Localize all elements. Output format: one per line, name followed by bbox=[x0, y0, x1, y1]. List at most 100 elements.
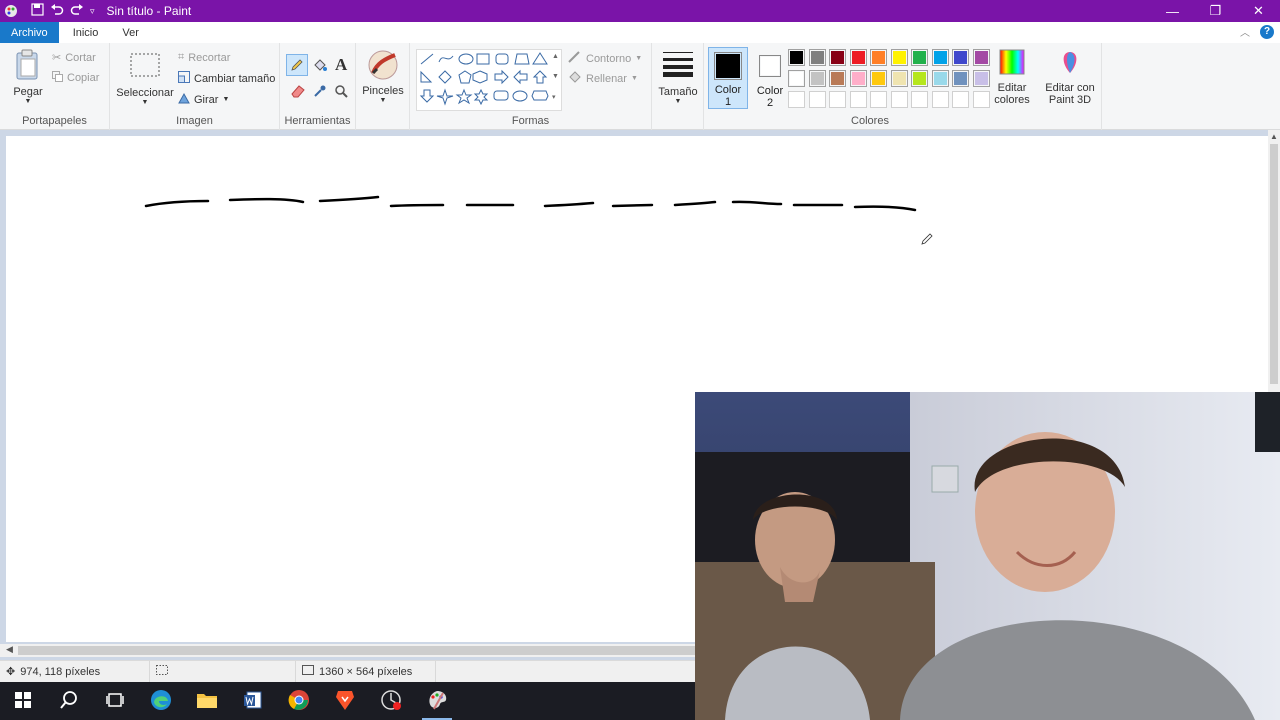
task-view-icon bbox=[106, 692, 124, 711]
shapes-scroll-down-icon[interactable]: ▼ bbox=[552, 73, 559, 80]
paste-button[interactable]: Pegar ▼ bbox=[12, 49, 44, 105]
search-icon bbox=[59, 690, 79, 713]
palette-swatch[interactable] bbox=[788, 49, 805, 66]
rotate-button[interactable]: Girar ▼ bbox=[178, 92, 229, 107]
restore-button[interactable]: ❐ bbox=[1194, 0, 1237, 22]
fill-bucket-icon[interactable] bbox=[312, 57, 328, 76]
taskbar-word[interactable] bbox=[230, 682, 276, 720]
palette-swatch-empty[interactable] bbox=[931, 91, 949, 108]
copy-button[interactable]: Copiar bbox=[52, 71, 99, 85]
palette-swatch-empty[interactable] bbox=[890, 91, 908, 108]
palette-swatch[interactable] bbox=[808, 70, 826, 87]
colors-group: Color 1 Color 2 Editar colores Editar co… bbox=[704, 43, 1102, 130]
palette-swatch[interactable] bbox=[931, 70, 949, 87]
palette-swatch[interactable] bbox=[788, 70, 805, 87]
taskbar-brave[interactable] bbox=[322, 682, 368, 720]
palette-swatch[interactable] bbox=[808, 49, 826, 66]
shapes-expand-icon[interactable]: ▾ bbox=[552, 93, 556, 101]
tab-file[interactable]: Archivo bbox=[0, 22, 59, 43]
tab-home[interactable]: Inicio bbox=[61, 22, 111, 43]
taskbar-file-explorer[interactable] bbox=[184, 682, 230, 720]
shapes-scroll-up-icon[interactable]: ▲ bbox=[552, 53, 559, 60]
palette-swatch[interactable] bbox=[890, 49, 908, 66]
palette-swatch[interactable] bbox=[952, 49, 969, 66]
crop-label: Recortar bbox=[188, 51, 231, 64]
edit-paint3d-button[interactable]: Editar con Paint 3D bbox=[1042, 49, 1098, 106]
taskbar-edge[interactable] bbox=[138, 682, 184, 720]
color2-label: Color bbox=[756, 85, 784, 97]
chevron-down-icon: ▼ bbox=[635, 55, 643, 62]
tab-view[interactable]: Ver bbox=[110, 22, 151, 43]
crop-button[interactable]: ⌗ Recortar bbox=[178, 51, 230, 64]
taskbar-chrome[interactable] bbox=[276, 682, 322, 720]
size-button[interactable]: Tamaño ▼ bbox=[656, 51, 700, 105]
color-picker-icon[interactable] bbox=[313, 84, 327, 101]
palette-swatch-empty[interactable] bbox=[829, 91, 846, 108]
palette-swatch[interactable] bbox=[829, 49, 846, 66]
scroll-left-icon[interactable]: ◀ bbox=[6, 644, 13, 655]
clipboard-group: Pegar ▼ ✂ Cortar Copiar Portapapeles bbox=[0, 43, 110, 130]
palette-swatch[interactable] bbox=[972, 49, 990, 66]
taskbar-recorder[interactable] bbox=[368, 682, 414, 720]
palette-swatch-empty[interactable] bbox=[911, 91, 928, 108]
color1-button[interactable]: Color 1 bbox=[708, 47, 748, 109]
taskbar-paint[interactable] bbox=[414, 682, 460, 720]
palette-swatch-empty[interactable] bbox=[849, 91, 867, 108]
close-button[interactable]: ✕ bbox=[1237, 0, 1280, 22]
title-bar: ▿ Sin título - Paint — ❐ ✕ bbox=[0, 0, 1280, 22]
palette-swatch[interactable] bbox=[870, 49, 887, 66]
paint-app-icon[interactable] bbox=[3, 3, 19, 19]
magnifier-icon[interactable] bbox=[334, 84, 348, 101]
eraser-icon[interactable] bbox=[290, 84, 306, 101]
help-icon[interactable]: ? bbox=[1260, 24, 1274, 39]
chevron-down-icon: ▼ bbox=[141, 99, 149, 106]
save-icon[interactable] bbox=[31, 3, 44, 19]
paint3d-icon bbox=[1057, 49, 1083, 78]
palette-swatch[interactable] bbox=[952, 70, 969, 87]
palette-swatch[interactable] bbox=[890, 70, 908, 87]
size-group: Tamaño ▼ bbox=[652, 43, 704, 130]
collapse-ribbon-icon[interactable]: ︿ bbox=[1240, 24, 1250, 39]
minimize-button[interactable]: — bbox=[1151, 0, 1194, 22]
redo-icon[interactable] bbox=[70, 3, 84, 19]
pencil-icon[interactable] bbox=[286, 54, 308, 76]
canvas-size-icon bbox=[302, 665, 314, 678]
palette-swatch[interactable] bbox=[911, 49, 928, 66]
text-tool-icon[interactable]: A bbox=[335, 55, 347, 75]
palette-swatch-empty[interactable] bbox=[952, 91, 969, 108]
cut-button[interactable]: ✂ Cortar bbox=[52, 51, 96, 65]
color2-button[interactable]: Color 2 bbox=[752, 47, 788, 109]
palette-swatch[interactable] bbox=[870, 70, 887, 87]
search-button[interactable] bbox=[46, 682, 92, 720]
palette-swatch[interactable] bbox=[931, 49, 949, 66]
resize-button[interactable]: Cambiar tamaño bbox=[178, 71, 275, 86]
brushes-button[interactable]: Pinceles ▼ bbox=[362, 49, 404, 104]
vertical-scroll-thumb[interactable] bbox=[1270, 144, 1278, 384]
outline-button[interactable]: Contorno ▼ bbox=[568, 51, 642, 66]
palette-swatch[interactable] bbox=[849, 49, 867, 66]
task-view-button[interactable] bbox=[92, 682, 138, 720]
select-button[interactable]: Seleccionar ▼ bbox=[116, 53, 174, 106]
color1-label: Color bbox=[714, 84, 742, 96]
start-button[interactable] bbox=[0, 682, 46, 720]
palette-swatch[interactable] bbox=[829, 70, 846, 87]
scroll-up-icon[interactable]: ▲ bbox=[1270, 132, 1278, 141]
palette-swatch[interactable] bbox=[911, 70, 928, 87]
canvas-size-text: 1360 × 564 píxeles bbox=[319, 665, 413, 678]
edit-colors-button[interactable]: Editar colores bbox=[990, 49, 1034, 106]
palette-swatch[interactable] bbox=[972, 70, 990, 87]
undo-icon[interactable] bbox=[50, 3, 64, 19]
rotate-label: Girar bbox=[194, 93, 219, 106]
palette-swatch-empty[interactable] bbox=[870, 91, 887, 108]
customize-quick-access-icon[interactable]: ▿ bbox=[90, 6, 95, 17]
shapes-gallery[interactable] bbox=[416, 49, 562, 111]
palette-swatch-empty[interactable] bbox=[808, 91, 826, 108]
fill-button[interactable]: Rellenar ▼ bbox=[568, 71, 638, 86]
palette-swatch-empty[interactable] bbox=[788, 91, 805, 108]
palette-swatch[interactable] bbox=[849, 70, 867, 87]
palette-swatch-empty[interactable] bbox=[972, 91, 990, 108]
fill-label: Rellenar bbox=[586, 72, 627, 85]
resize-label: Cambiar tamaño bbox=[194, 72, 276, 85]
scissors-icon: ✂ bbox=[52, 52, 62, 64]
paint-palette-icon bbox=[426, 689, 448, 714]
